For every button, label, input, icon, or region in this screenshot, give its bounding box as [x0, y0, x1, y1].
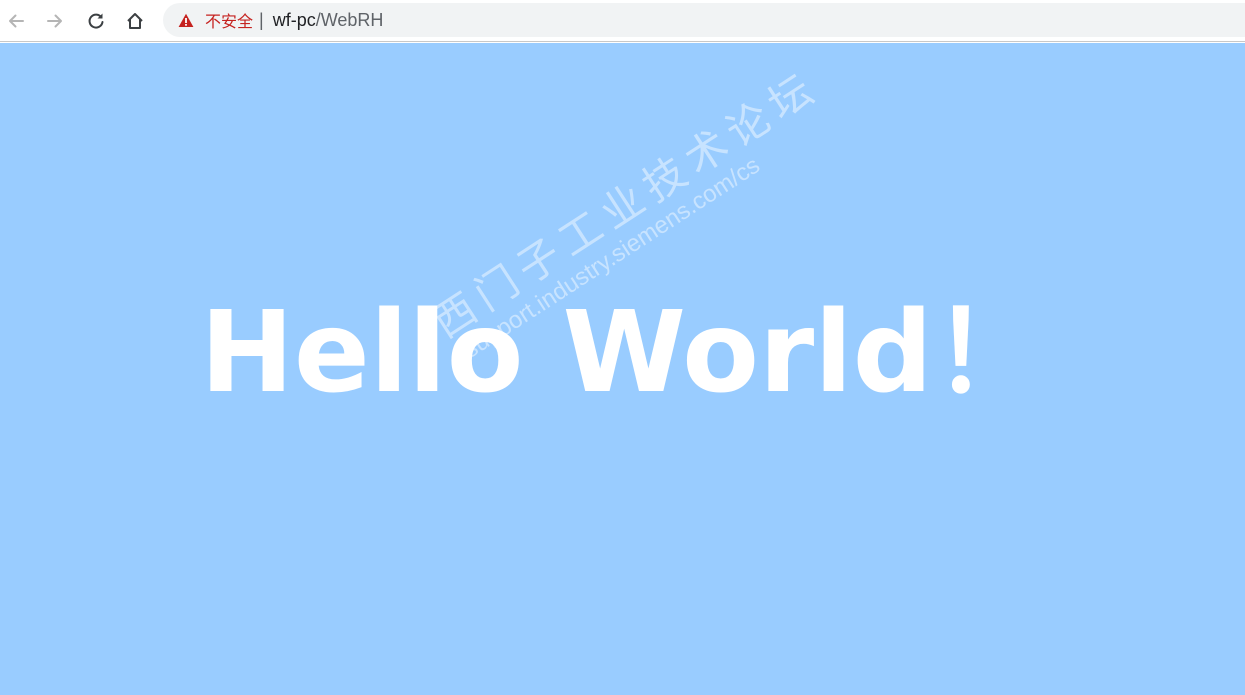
arrow-left-icon [9, 14, 24, 28]
url-path[interactable]: /WebRH [316, 10, 384, 31]
forward-button[interactable] [41, 7, 69, 35]
back-button[interactable] [2, 7, 30, 35]
url-host[interactable]: wf-pc [273, 10, 316, 31]
reload-icon [88, 13, 104, 29]
reload-button[interactable] [82, 7, 110, 35]
home-icon [127, 13, 143, 29]
address-bar[interactable]: 不安全 | wf-pc/WebRH [163, 3, 1245, 37]
home-button[interactable] [121, 7, 149, 35]
hello-world-heading: Hello World！ [200, 288, 1045, 418]
arrow-right-icon [47, 14, 62, 28]
omnibox-separator: | [259, 9, 264, 30]
warning-triangle-icon[interactable] [177, 11, 195, 29]
browser-toolbar: 不安全 | wf-pc/WebRH [0, 0, 1245, 42]
page-content: Hello World！ 西门子工业技术论坛 support.industry.… [0, 43, 1245, 695]
security-status-label[interactable]: 不安全 [205, 8, 253, 32]
